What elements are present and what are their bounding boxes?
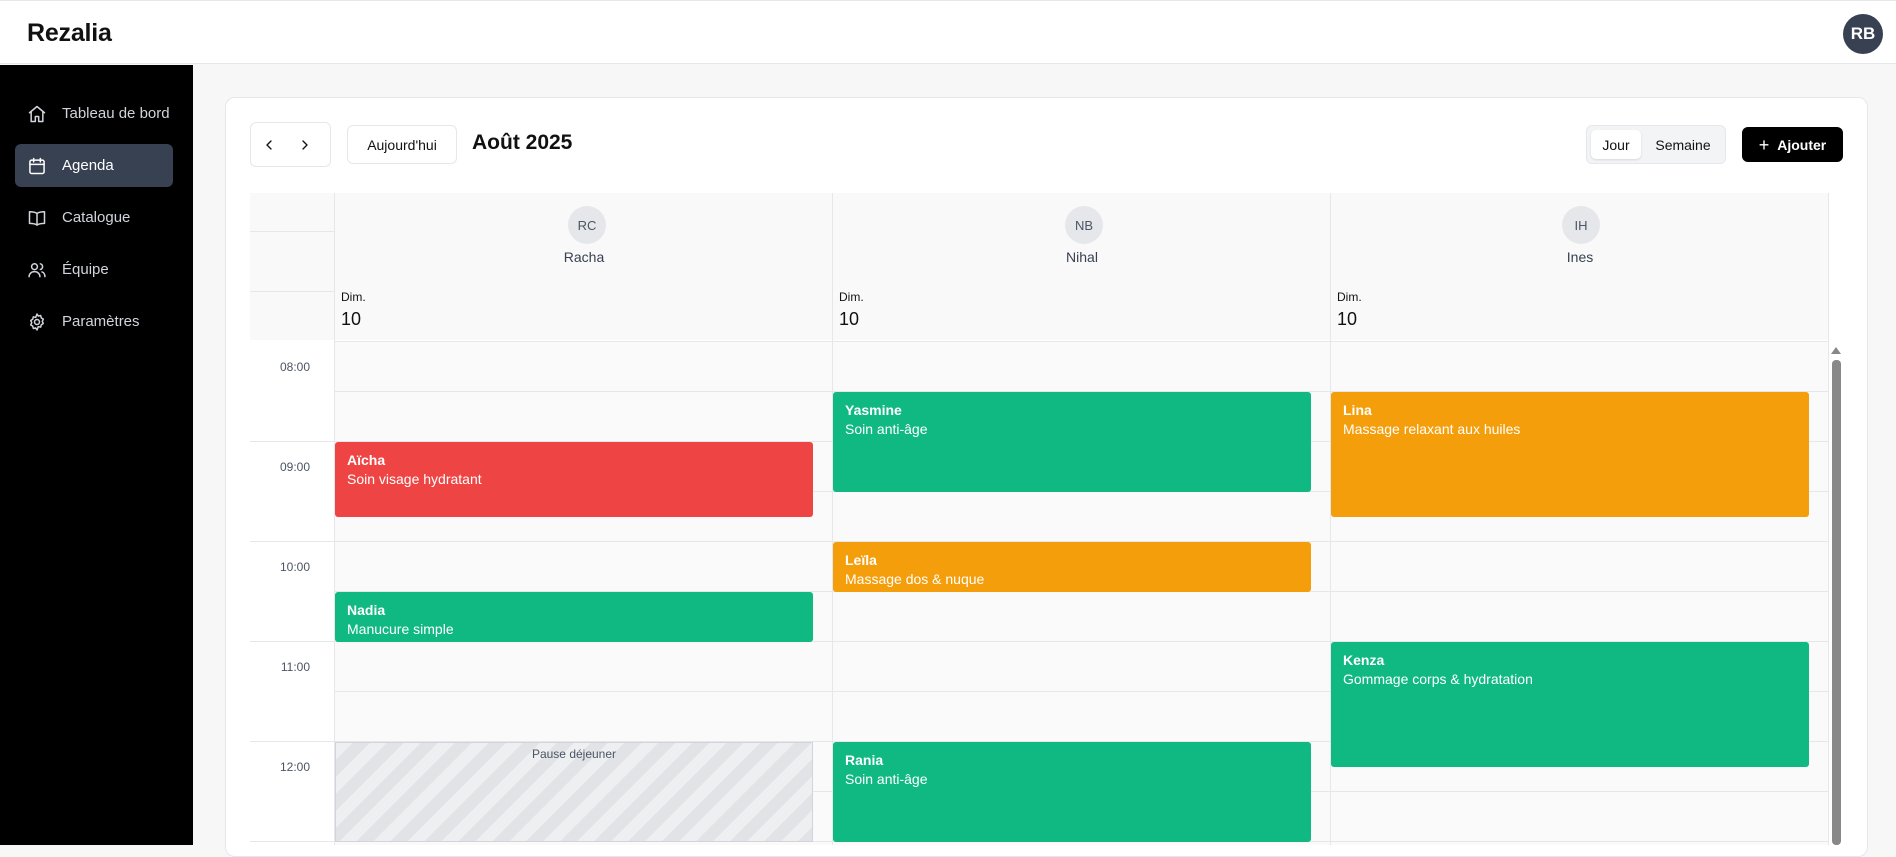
view-toggle: Jour Semaine <box>1586 125 1726 164</box>
user-avatar[interactable]: RB <box>1843 14 1883 54</box>
resource-column-header: IH Ines Dim. 10 <box>1331 193 1829 340</box>
appointment-card[interactable]: Nadia Manucure simple <box>335 592 813 642</box>
appointment-card[interactable]: Rania Soin anti-âge <box>833 742 1311 842</box>
sidebar-item-label: Équipe <box>62 261 109 278</box>
client-name: Aïcha <box>347 452 386 468</box>
appointment-card[interactable]: Aïcha Soin visage hydratant <box>335 442 813 517</box>
time-label: 08:00 <box>279 360 310 374</box>
resource-name: Ines <box>1566 249 1594 265</box>
chevron-right-icon <box>302 139 308 150</box>
day-number: 10 <box>839 309 860 329</box>
book-icon <box>26 207 48 229</box>
previous-button[interactable] <box>251 123 287 166</box>
sidebar-item-agenda[interactable]: Agenda <box>15 144 173 187</box>
service-name: Soin anti-âge <box>845 771 928 787</box>
sidebar-item-dashboard[interactable]: Tableau de bord <box>15 92 173 135</box>
client-name: Leïla <box>845 552 877 568</box>
service-name: Massage dos & nuque <box>845 571 985 587</box>
time-label: 10:00 <box>279 560 310 574</box>
day-number: 10 <box>1337 309 1358 329</box>
appointment-card[interactable]: Leïla Massage dos & nuque <box>833 542 1311 592</box>
sidebar-item-settings[interactable]: Paramètres <box>15 300 173 343</box>
resource-avatar: NB <box>1065 206 1103 244</box>
day-label: Dim. <box>1337 290 1362 304</box>
service-name: Soin anti-âge <box>845 421 928 437</box>
add-button-label: Ajouter <box>1777 136 1827 153</box>
calendar-icon <box>26 155 48 177</box>
users-icon <box>26 259 48 281</box>
chevron-left-icon <box>266 139 272 150</box>
home-icon <box>26 103 48 125</box>
service-name: Soin visage hydratant <box>347 471 482 487</box>
scroll-up-icon[interactable] <box>1831 347 1841 354</box>
plus-icon: + <box>1758 134 1770 155</box>
sidebar-item-catalogue[interactable]: Catalogue <box>15 196 173 239</box>
appointment-card[interactable]: Kenza Gommage corps & hydratation <box>1331 642 1809 767</box>
next-button[interactable] <box>287 123 323 166</box>
day-label: Dim. <box>839 290 864 304</box>
time-label: 11:00 <box>280 660 310 674</box>
client-name: Kenza <box>1343 652 1385 668</box>
sidebar: Tableau de bord Agenda Catalogue Équipe … <box>0 65 193 845</box>
resource-avatar: RC <box>568 206 606 244</box>
service-name: Gommage corps & hydratation <box>1343 671 1533 687</box>
grid-line <box>334 341 1829 342</box>
resource-name: Nihal <box>1066 249 1098 265</box>
sidebar-item-team[interactable]: Équipe <box>15 248 173 291</box>
break-block: Pause déjeuner <box>335 742 813 842</box>
sidebar-item-label: Catalogue <box>62 209 131 226</box>
client-name: Rania <box>845 752 884 768</box>
gear-icon <box>26 311 48 333</box>
header-divider <box>250 291 334 292</box>
view-week-button[interactable]: Semaine <box>1645 130 1721 159</box>
header-divider <box>250 231 334 232</box>
appointment-card[interactable]: Yasmine Soin anti-âge <box>833 392 1311 492</box>
resource-name: Racha <box>563 249 605 265</box>
break-label: Pause déjeuner <box>531 747 617 761</box>
sidebar-item-label: Agenda <box>62 157 114 174</box>
month-title: Août 2025 <box>472 131 573 154</box>
today-button[interactable]: Aujourd'hui <box>347 125 457 164</box>
scrollbar-thumb[interactable] <box>1832 360 1841 845</box>
add-button[interactable]: + Ajouter <box>1742 127 1843 162</box>
client-name: Yasmine <box>845 402 902 418</box>
service-name: Manucure simple <box>347 621 454 637</box>
resource-column-header: NB Nihal Dim. 10 <box>833 193 1331 340</box>
view-day-button[interactable]: Jour <box>1591 130 1641 159</box>
resource-column-header: RC Racha Dim. 10 <box>335 193 833 340</box>
top-bar: Rezalia RB <box>0 0 1896 64</box>
resource-avatar: IH <box>1562 206 1600 244</box>
client-name: Nadia <box>347 602 386 618</box>
date-navigation <box>250 122 331 167</box>
sidebar-item-label: Tableau de bord <box>62 105 170 122</box>
appointment-card[interactable]: Lina Massage relaxant aux huiles <box>1331 392 1809 517</box>
time-label: 12:00 <box>279 760 310 774</box>
time-label: 09:00 <box>279 460 310 474</box>
day-number: 10 <box>341 309 362 329</box>
service-name: Massage relaxant aux huiles <box>1343 421 1521 437</box>
client-name: Lina <box>1343 402 1372 418</box>
sidebar-item-label: Paramètres <box>62 313 140 330</box>
day-label: Dim. <box>341 290 366 304</box>
brand-logo[interactable]: Rezalia <box>27 19 112 48</box>
